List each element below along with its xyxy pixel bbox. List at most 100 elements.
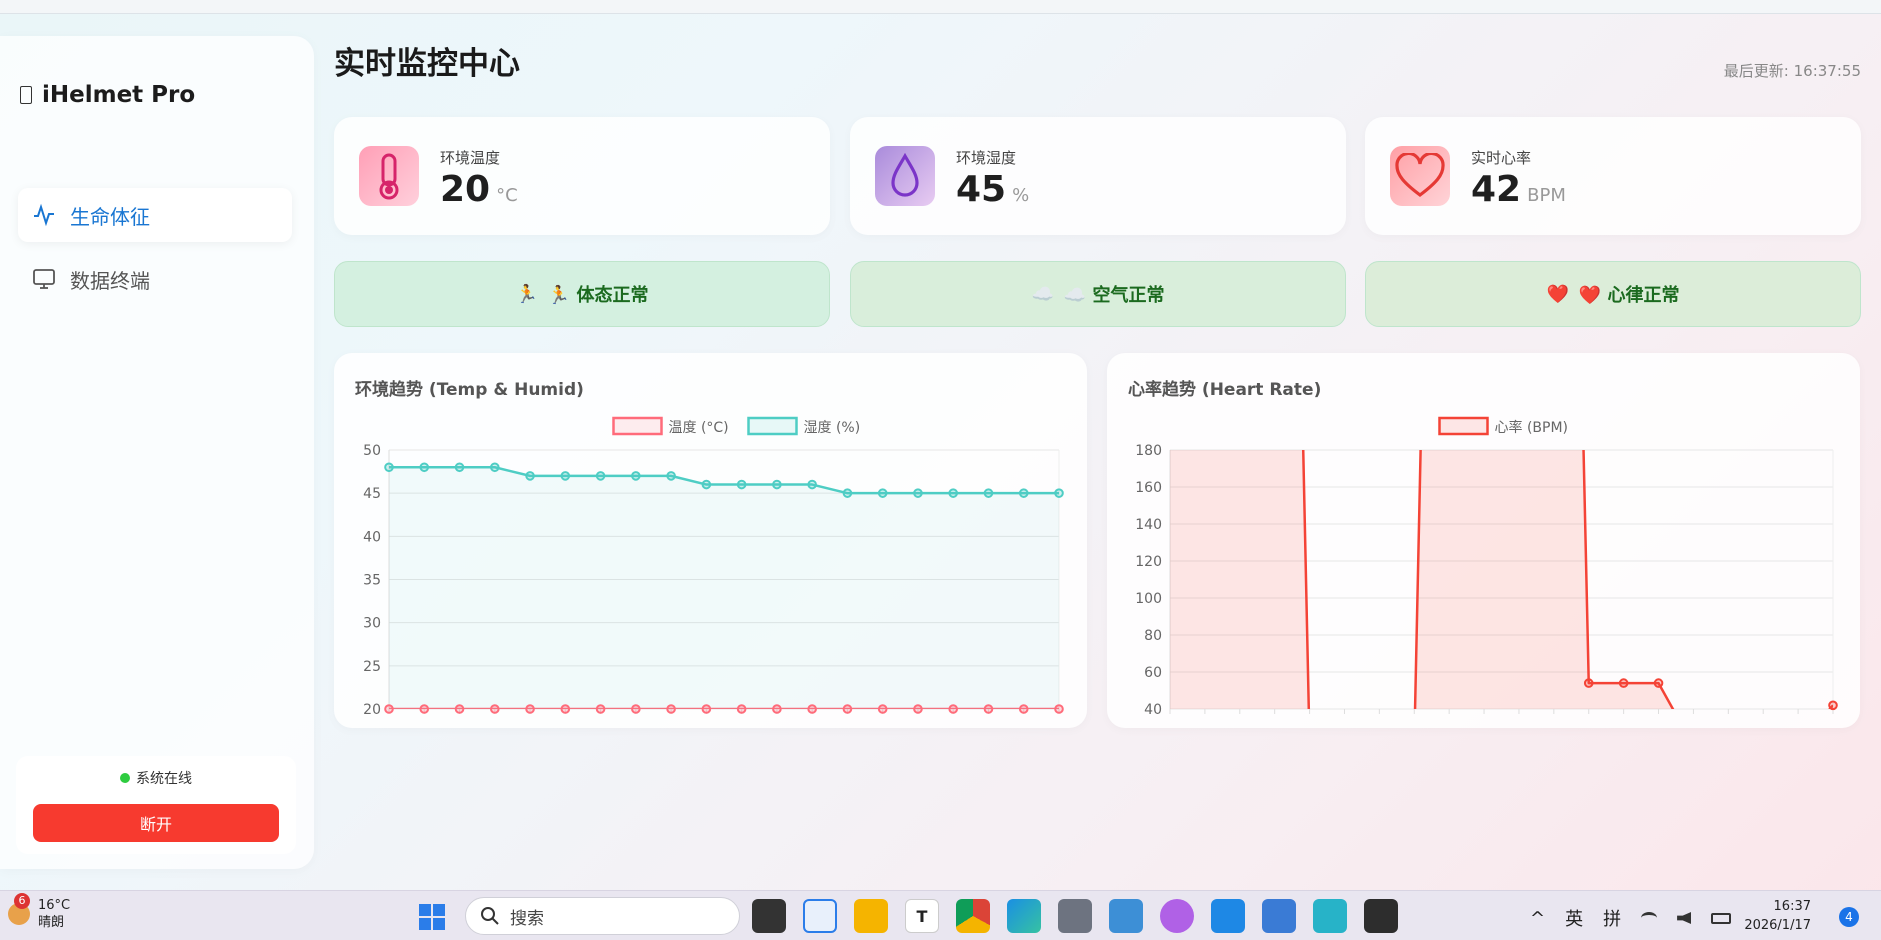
cat-app-icon[interactable] xyxy=(1160,899,1194,933)
weather-notification-badge: 6 xyxy=(14,893,30,909)
y-tick-label: 25 xyxy=(363,659,381,675)
legend-label: 温度 (°C) xyxy=(669,420,729,436)
legend-swatch xyxy=(747,416,798,436)
sensor-card-humidity: 环境湿度 45 % xyxy=(850,117,1346,235)
series-group xyxy=(389,466,1059,709)
search-icon xyxy=(481,907,499,925)
data-point xyxy=(560,471,571,481)
weather-desc: 晴朗 xyxy=(38,915,65,930)
sun-icon: 6 xyxy=(8,893,30,925)
data-point xyxy=(489,704,500,714)
data-point xyxy=(525,704,535,714)
data-point xyxy=(1618,678,1629,688)
notepad-icon[interactable] xyxy=(1262,899,1296,933)
sensor-unit: °C xyxy=(496,185,518,206)
y-tick-label: 35 xyxy=(363,573,381,589)
taskbar-apps: T xyxy=(752,899,1398,933)
system-tray: ^ 英 拼 xyxy=(1530,905,1732,931)
data-point xyxy=(842,488,853,498)
data-point xyxy=(948,488,959,498)
sensor-label: 环境温度 xyxy=(440,149,501,167)
data-point xyxy=(666,471,676,481)
chrome-icon[interactable] xyxy=(956,899,990,933)
sensor-unit: % xyxy=(1012,185,1030,206)
windows-start-icon[interactable] xyxy=(418,903,446,931)
data-point xyxy=(842,704,853,714)
tray-chevron-icon[interactable]: ^ xyxy=(1530,908,1545,929)
data-point xyxy=(913,704,923,714)
weather-text: 16°C 晴朗 xyxy=(38,897,70,931)
data-point xyxy=(983,488,994,498)
runner-icon: 🏃 xyxy=(515,283,538,305)
y-tick-label: 140 xyxy=(1135,517,1162,533)
y-tick-label: 60 xyxy=(1144,665,1162,681)
weather-temp: 16°C xyxy=(38,898,71,913)
data-point xyxy=(595,471,606,481)
volume-icon[interactable] xyxy=(1677,912,1692,924)
search-placeholder: 搜索 xyxy=(510,908,544,929)
weather-widget[interactable]: 6 16°C 晴朗 xyxy=(8,893,70,931)
data-point xyxy=(701,704,712,714)
y-tick-label: 40 xyxy=(1144,702,1162,718)
air-status-text: ☁️ 空气正常 xyxy=(1063,285,1165,306)
data-point xyxy=(631,704,641,714)
data-point xyxy=(1653,678,1664,688)
data-point xyxy=(419,462,430,473)
data-point xyxy=(454,704,465,714)
package-icon[interactable] xyxy=(1109,899,1143,933)
y-tick-label: 180 xyxy=(1135,443,1162,459)
droplet-icon xyxy=(875,146,935,206)
notification-badge[interactable]: 4 xyxy=(1839,907,1859,927)
y-tick-label: 40 xyxy=(363,529,381,545)
data-point xyxy=(983,704,994,714)
sensor-value: 45 % xyxy=(956,169,1029,210)
terminal-icon[interactable] xyxy=(1364,899,1398,933)
y-tick-label: 80 xyxy=(1144,628,1162,644)
tray-language[interactable]: 英 xyxy=(1565,905,1583,931)
typora-icon[interactable]: T xyxy=(905,899,939,933)
data-point xyxy=(772,704,782,714)
data-point xyxy=(736,479,747,490)
rider-icon[interactable] xyxy=(1313,899,1347,933)
y-tick-label: 30 xyxy=(363,616,381,632)
sensor-unit: BPM xyxy=(1527,185,1566,206)
activity-icon xyxy=(34,203,54,227)
sensor-number: 42 xyxy=(1471,169,1522,210)
legend-swatch xyxy=(612,416,663,436)
online-dot-icon xyxy=(120,773,130,783)
sidebar-item-terminal[interactable]: 数据终端 xyxy=(18,252,292,306)
settings-gear-icon[interactable] xyxy=(1058,899,1092,933)
task-view-icon[interactable] xyxy=(752,899,786,933)
disconnect-button[interactable]: 断开 xyxy=(33,804,279,842)
sensor-value: 20 °C xyxy=(440,169,518,210)
heart-emoji-icon: ❤️ xyxy=(1546,283,1569,305)
data-point xyxy=(384,462,394,473)
app-window: iHelmet Pro 生命体征 数据终端 系统在线 断开 实时监控中心 最后更… xyxy=(0,14,1881,890)
taskbar-clock[interactable]: 16:37 2026/1/17 xyxy=(1744,897,1811,935)
wifi-icon[interactable] xyxy=(1641,912,1658,924)
heart-rate-chart-svg: 180 160 140 120 100 80 60 40 心率 (BPM) xyxy=(1135,416,1838,718)
snipping-tool-icon[interactable] xyxy=(803,899,837,933)
data-point xyxy=(631,471,641,481)
y-tick-label: 50 xyxy=(363,443,381,459)
tray-ime[interactable]: 拼 xyxy=(1603,905,1621,931)
send-arrow-icon[interactable] xyxy=(1211,899,1245,933)
thermometer-icon xyxy=(359,146,419,206)
data-point xyxy=(595,704,606,714)
clock-time: 16:37 xyxy=(1773,899,1811,914)
data-point xyxy=(1054,704,1064,714)
data-point xyxy=(877,488,888,498)
edge-icon[interactable] xyxy=(1007,899,1041,933)
sensor-number: 45 xyxy=(956,169,1007,210)
data-point xyxy=(948,704,959,714)
sidebar-item-vitals[interactable]: 生命体征 xyxy=(18,188,292,242)
file-explorer-icon[interactable] xyxy=(854,899,888,933)
battery-icon[interactable] xyxy=(1711,912,1732,924)
data-point xyxy=(1828,700,1838,711)
sidebar-item-label: 数据终端 xyxy=(70,268,150,293)
taskbar-search-box[interactable]: 搜索 xyxy=(465,897,740,935)
legend-label: 心率 (BPM) xyxy=(1495,419,1569,436)
sidebar: iHelmet Pro 生命体征 数据终端 系统在线 断开 xyxy=(0,36,314,869)
sidebar-item-label: 生命体征 xyxy=(70,204,150,229)
status-text: 系统在线 xyxy=(136,771,192,787)
